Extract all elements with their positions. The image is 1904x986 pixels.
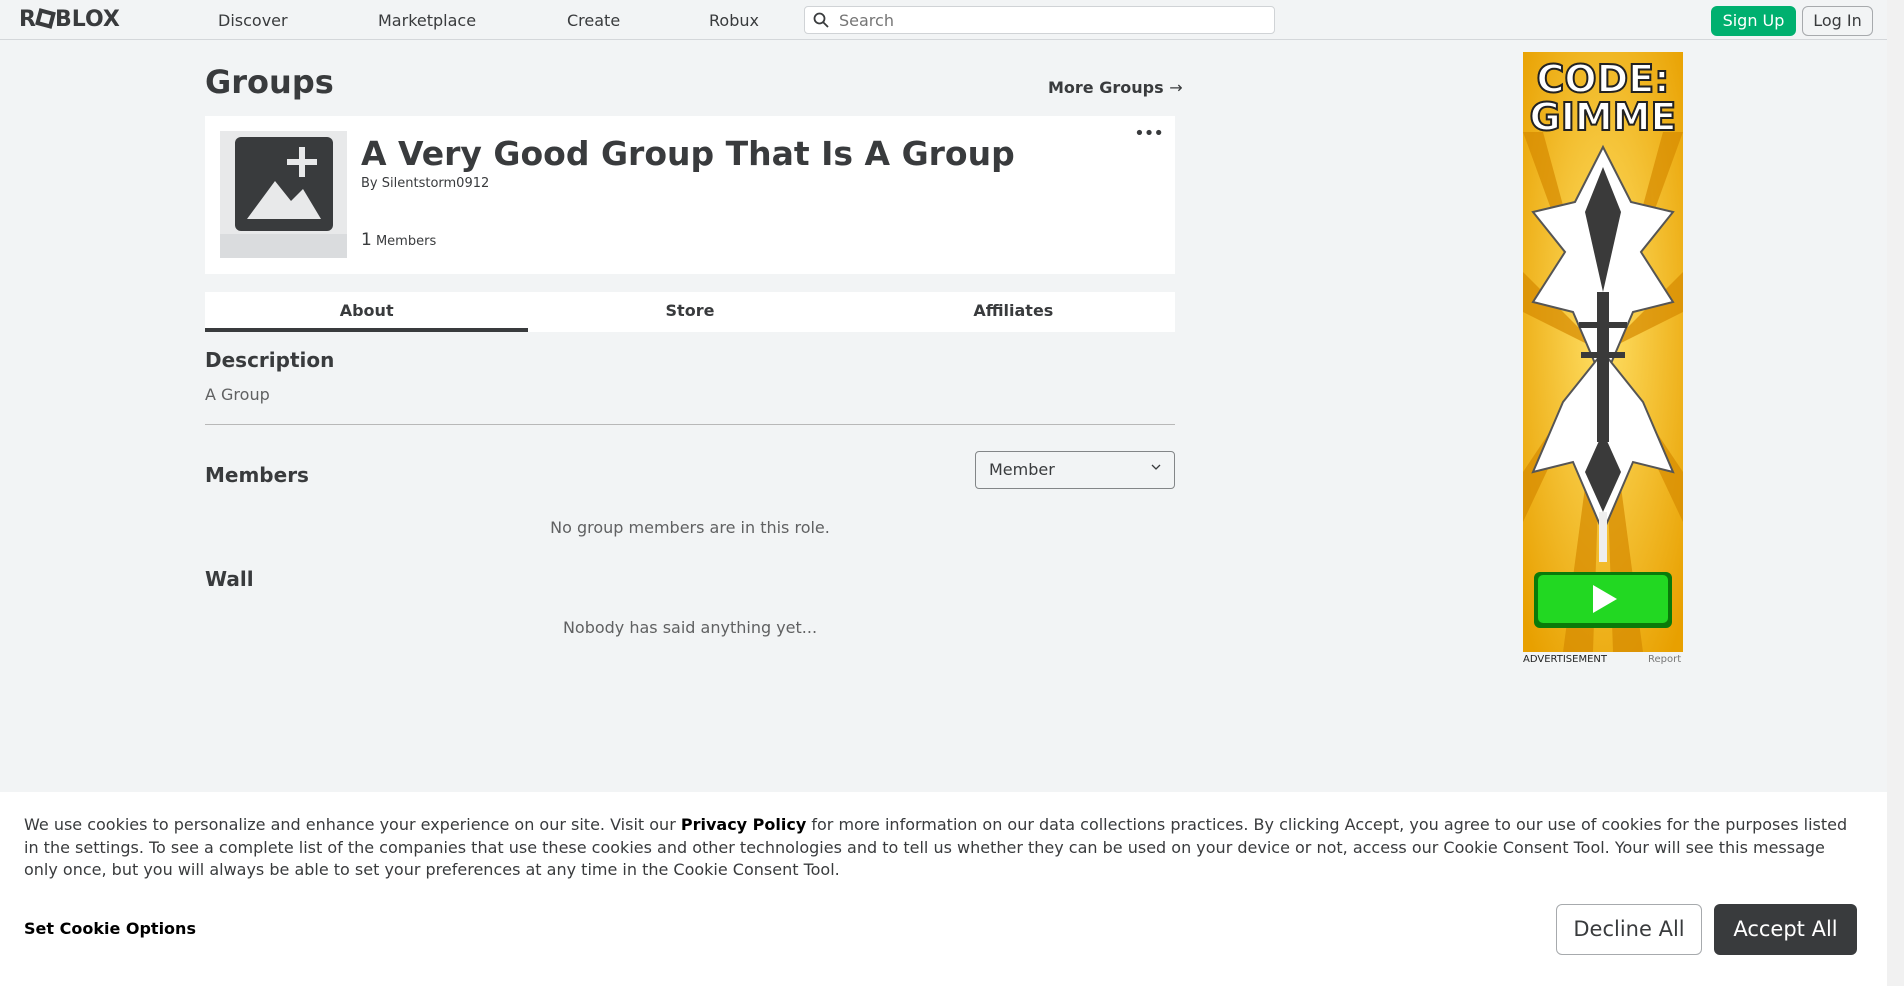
cookie-consent-banner: We use cookies to personalize and enhanc… — [0, 792, 1887, 986]
nav-create[interactable]: Create — [567, 11, 620, 30]
ad-headline: CODE: GIMME — [1523, 57, 1683, 139]
wall-empty-message: Nobody has said anything yet... — [562, 618, 818, 637]
more-groups-link[interactable]: More Groups → — [1048, 78, 1183, 97]
search-input[interactable] — [839, 9, 1259, 31]
top-navigation: R BLOX Discover Marketplace Create Robux … — [0, 0, 1887, 40]
ad-headline-line2: GIMME — [1529, 95, 1678, 139]
page-title: Groups — [205, 63, 334, 101]
group-tabs: About Store Affiliates — [205, 292, 1175, 332]
nav-discover[interactable]: Discover — [218, 11, 288, 30]
chevron-down-icon — [1151, 464, 1161, 470]
section-divider — [205, 424, 1175, 425]
members-empty-message: No group members are in this role. — [550, 518, 830, 537]
description-text: A Group — [205, 385, 270, 404]
arrow-right-icon: → — [1169, 78, 1183, 97]
by-prefix: By — [361, 176, 378, 191]
role-dropdown-value: Member — [989, 460, 1055, 479]
set-cookie-options-link[interactable]: Set Cookie Options — [24, 919, 196, 938]
log-in-button[interactable]: Log In — [1802, 6, 1873, 36]
description-heading: Description — [205, 348, 335, 372]
search-icon — [813, 12, 829, 28]
accept-all-button[interactable]: Accept All — [1714, 904, 1857, 955]
privacy-policy-link[interactable]: Privacy Policy — [681, 815, 806, 834]
nav-robux[interactable]: Robux — [709, 11, 759, 30]
tab-store[interactable]: Store — [528, 292, 851, 332]
members-heading: Members — [205, 463, 309, 487]
page-scrollbar[interactable] — [1887, 0, 1904, 986]
member-count-number: 1 — [361, 230, 372, 250]
emblem-footer — [220, 234, 347, 258]
group-owner-line: By Silentstorm0912 — [361, 176, 489, 191]
add-image-icon — [235, 137, 333, 231]
role-dropdown[interactable]: Member — [975, 451, 1175, 489]
wall-heading: Wall — [205, 567, 254, 591]
decline-all-button[interactable]: Decline All — [1556, 904, 1702, 955]
sign-up-button[interactable]: Sign Up — [1711, 6, 1796, 36]
advertisement-label: ADVERTISEMENT — [1523, 654, 1608, 665]
cookie-message-part1: We use cookies to personalize and enhanc… — [24, 815, 681, 834]
tab-about[interactable]: About — [205, 292, 529, 332]
nav-marketplace[interactable]: Marketplace — [378, 11, 476, 30]
group-header-card: A Very Good Group That Is A Group By Sil… — [205, 116, 1175, 274]
tab-affiliates[interactable]: Affiliates — [852, 292, 1175, 332]
report-ad-link[interactable]: Report — [1648, 654, 1681, 665]
advertisement-banner[interactable]: CODE: GIMME — [1523, 52, 1683, 652]
roblox-logo[interactable]: R BLOX — [19, 7, 120, 32]
ad-artwork — [1523, 52, 1683, 652]
group-name: A Very Good Group That Is A Group — [361, 134, 1015, 173]
more-options-icon[interactable]: ••• — [1134, 125, 1164, 143]
search-box[interactable] — [804, 6, 1275, 34]
member-count: 1 Members — [361, 230, 436, 250]
cookie-message: We use cookies to personalize and enhanc… — [24, 814, 1854, 882]
ad-headline-line1: CODE: — [1536, 57, 1671, 101]
group-emblem — [220, 131, 347, 258]
member-count-label: Members — [375, 234, 437, 249]
group-owner-link[interactable]: Silentstorm0912 — [382, 176, 490, 191]
more-groups-label: More Groups — [1048, 78, 1164, 97]
